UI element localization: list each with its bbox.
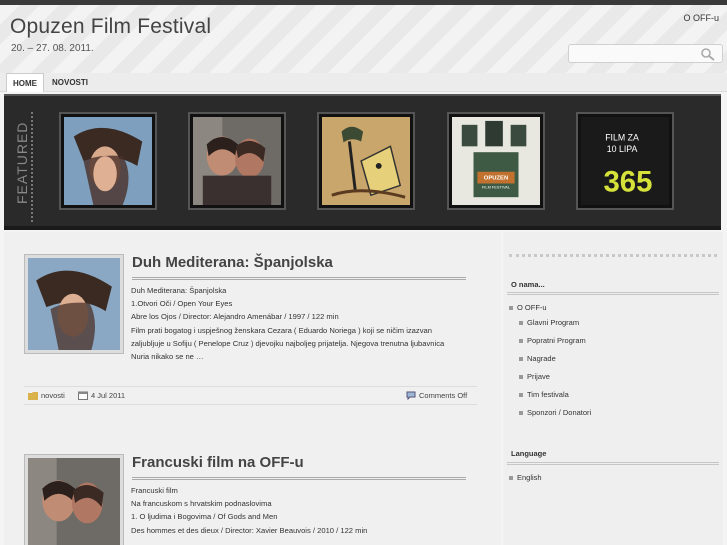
bullet-icon (519, 357, 523, 362)
post-thumbnail[interactable] (24, 254, 124, 354)
festival-poster-image: OPUZEN FILM FESTIVAL (452, 117, 540, 205)
svg-text:FILM FESTIVAL: FILM FESTIVAL (482, 184, 511, 189)
featured-thumb-woman[interactable] (59, 112, 157, 210)
featured-thumb-film-za-10-lipa[interactable]: FILM ZA 10 LIPA 365 (576, 112, 674, 210)
featured-thumb-couple[interactable] (188, 112, 286, 210)
featured-label: FEATURED (8, 112, 36, 222)
bullet-icon (519, 339, 523, 344)
post-title[interactable]: Francuski film na OFF-u (132, 454, 466, 480)
nav-item-novosti[interactable]: NOVOSTI (46, 73, 94, 92)
film-za-10-lipa-image: FILM ZA 10 LIPA 365 (581, 117, 669, 205)
sidebar-item-sponzori[interactable]: Sponzori / Donatori (519, 408, 591, 417)
widget-rule (507, 292, 719, 295)
search-input[interactable] (568, 44, 723, 63)
nav-item-home[interactable]: HOME (6, 73, 44, 92)
sidebar-divider (509, 254, 717, 259)
couple-image (193, 117, 281, 205)
svg-text:FILM ZA: FILM ZA (605, 132, 639, 142)
sidebar-item-prijave[interactable]: Prijave (519, 372, 550, 381)
main-nav: HOME NOVOSTI (0, 73, 727, 92)
top-link-o-off-u[interactable]: O OFF-u (684, 13, 720, 23)
site-header: Opuzen Film Festival 20. – 27. 08. 2011.… (0, 5, 727, 73)
comment-icon (406, 391, 416, 400)
site-title[interactable]: Opuzen Film Festival (10, 15, 211, 39)
sidebar-item-tim-festivala[interactable]: Tim festivala (519, 390, 569, 399)
post-title[interactable]: Duh Mediterana: Španjolska (132, 254, 466, 280)
site-description: 20. – 27. 08. 2011. (11, 43, 94, 54)
post-excerpt: Duh Mediterana: Španjolska 1.Otvori Oči … (131, 286, 445, 362)
couple-image (28, 458, 120, 545)
widget-title-language: Language (511, 449, 547, 458)
post-comments: Comments Off (406, 391, 467, 400)
woman-portrait-image (64, 117, 152, 205)
sidebar-item-glavni-program[interactable]: Glavni Program (519, 318, 579, 327)
post-date: 4 Jul 2011 (78, 391, 125, 400)
post-thumbnail[interactable] (24, 454, 124, 545)
bullet-icon (519, 411, 523, 416)
featured-slider: FEATURED OPUZEN FILM FESTIVAL FILM ZA 10… (4, 94, 721, 230)
widget-title-about: O nama... (511, 280, 545, 289)
search-icon[interactable] (700, 47, 716, 61)
main-content: Duh Mediterana: Španjolska Duh Mediteran… (4, 232, 501, 545)
bullet-icon (519, 375, 523, 380)
sidebar: O nama... O OFF-u Glavni Program Popratn… (503, 232, 723, 545)
sidebar-item-popratni-program[interactable]: Popratni Program (519, 336, 586, 345)
folder-icon (28, 392, 38, 400)
bullet-icon (519, 321, 523, 326)
language-english[interactable]: English (509, 473, 542, 482)
category-link[interactable]: novosti (41, 391, 65, 400)
bullet-icon (519, 393, 523, 398)
animated-characters-image (322, 117, 410, 205)
featured-thumb-animation[interactable] (317, 112, 415, 210)
svg-text:10 LIPA: 10 LIPA (607, 144, 638, 154)
bullet-icon (509, 306, 513, 311)
widget-rule (507, 462, 719, 465)
bullet-icon (509, 476, 513, 481)
svg-text:365: 365 (603, 165, 652, 198)
post-category: novosti (28, 391, 65, 400)
sidebar-item-o-off-u[interactable]: O OFF-u (509, 303, 547, 312)
post-excerpt: Francuski film Na francuskom s hrvatskim… (131, 486, 368, 535)
woman-portrait-image (28, 258, 120, 350)
sidebar-item-nagrade[interactable]: Nagrade (519, 354, 556, 363)
post-meta: novosti 4 Jul 2011 Comments Off (24, 386, 477, 405)
calendar-icon (78, 391, 88, 400)
svg-text:OPUZEN: OPUZEN (484, 176, 508, 182)
featured-thumb-festival-poster[interactable]: OPUZEN FILM FESTIVAL (447, 112, 545, 210)
